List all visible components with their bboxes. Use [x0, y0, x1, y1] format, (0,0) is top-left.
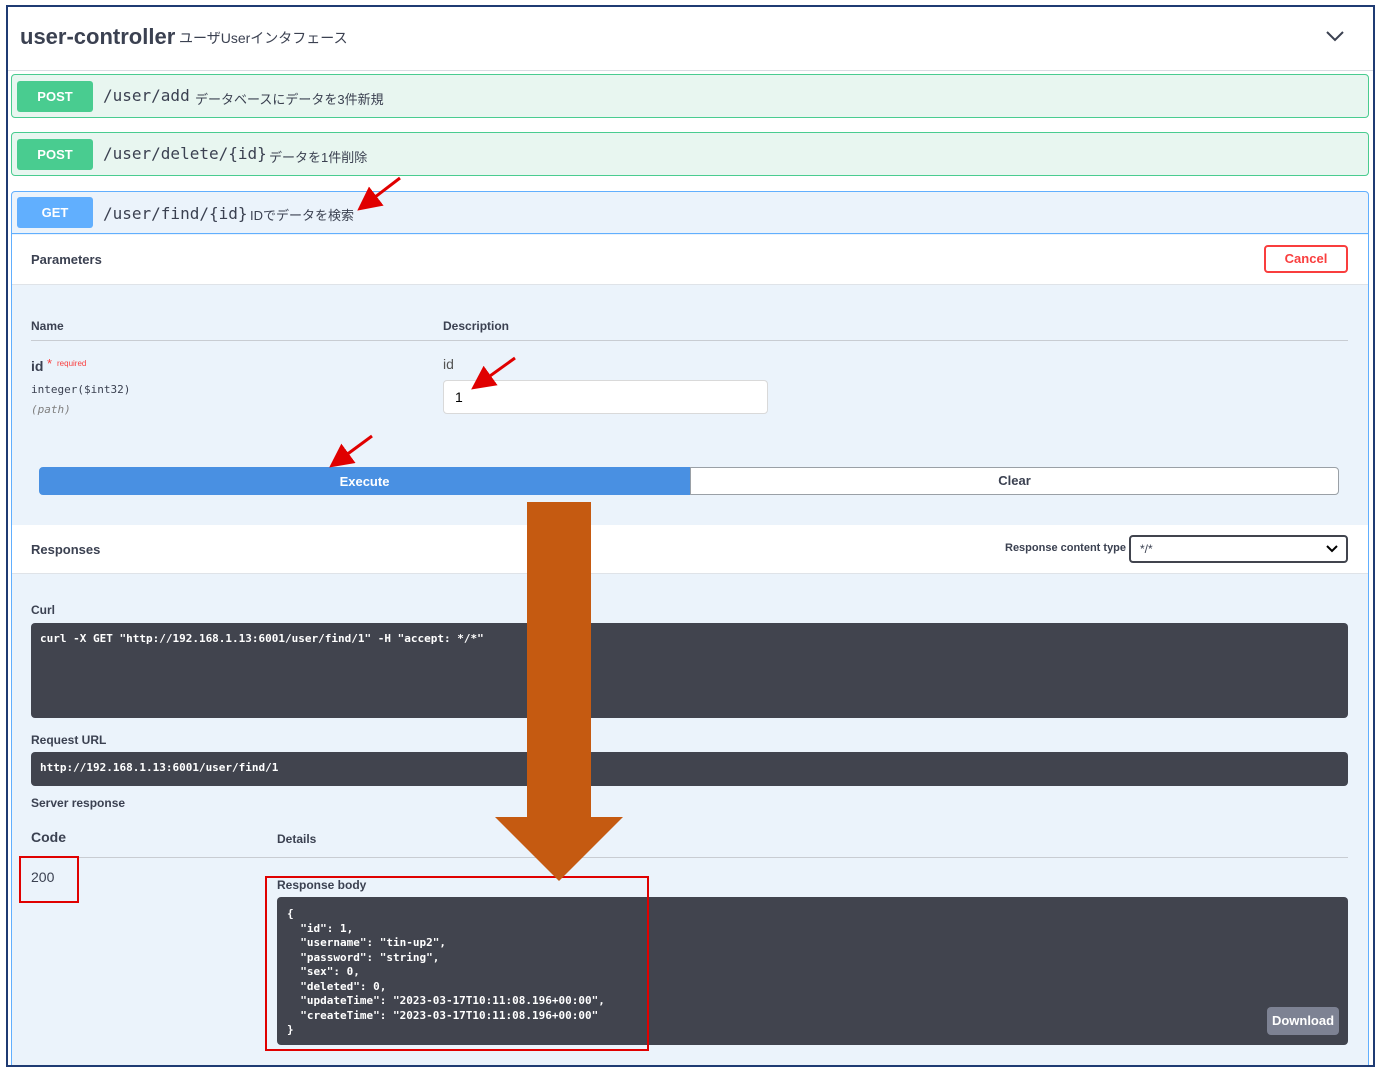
operation-summary: データベースにデータを3件新規: [195, 92, 384, 107]
swagger-frame: user-controller ユーザUserインタフェース POST /use…: [6, 5, 1375, 1067]
request-url[interactable]: http://192.168.1.13:6001/user/find/1: [31, 752, 1348, 786]
server-response-label: Server response: [31, 796, 126, 810]
operation-summary: IDでデータを検索: [250, 208, 355, 223]
param-col-description: Description: [443, 319, 510, 333]
param-location: (path): [31, 403, 71, 416]
cancel-button[interactable]: Cancel: [1264, 245, 1348, 273]
curl-command[interactable]: curl -X GET "http://192.168.1.13:6001/us…: [31, 623, 1348, 718]
method-badge-post: POST: [17, 81, 93, 112]
id-input[interactable]: 1: [443, 380, 768, 414]
tag-header[interactable]: user-controller ユーザUserインタフェース: [8, 7, 1373, 71]
operation-summary: データを1件削除: [269, 150, 368, 165]
annotation-box-response-body: [265, 876, 649, 1051]
operation-path: /user/add: [103, 86, 190, 105]
annotation-box-status: [19, 856, 79, 903]
opblock-post-user-add[interactable]: POST /user/add データベースにデータを3件新規: [11, 74, 1369, 118]
clear-button[interactable]: Clear: [690, 467, 1339, 495]
responses-header: Responses Response content type */*: [12, 525, 1368, 574]
chevron-down-icon: [1326, 545, 1338, 553]
param-name: id: [31, 358, 44, 374]
parameters-header: Parameters Cancel: [12, 235, 1368, 285]
curl-label: Curl: [31, 603, 55, 617]
response-content-type-select[interactable]: */*: [1129, 535, 1348, 563]
opblock-get-user-find: GET /user/find/{id} IDでデータを検索 Parameters…: [11, 191, 1369, 1065]
param-type: integer($int32): [31, 383, 131, 396]
opblock-post-user-delete[interactable]: POST /user/delete/{id} データを1件削除: [11, 132, 1369, 176]
param-description: id: [443, 356, 454, 372]
divider: [31, 857, 1348, 858]
param-col-name: Name: [31, 319, 64, 333]
response-details-header: Details: [277, 832, 317, 846]
download-button[interactable]: Download: [1267, 1007, 1339, 1035]
parameters-title: Parameters: [31, 252, 102, 267]
param-required-label: required: [57, 359, 87, 368]
operation-path: /user/find/{id}: [103, 204, 248, 223]
response-content-type-value: */*: [1140, 542, 1153, 556]
chevron-down-icon[interactable]: [1324, 25, 1346, 47]
response-content-type-label: Response content type: [1005, 542, 1127, 554]
request-url-label: Request URL: [31, 733, 107, 747]
method-badge-get: GET: [17, 197, 93, 228]
tag-description: ユーザUserインタフェース: [179, 30, 348, 46]
method-badge-post: POST: [17, 139, 93, 170]
operation-path: /user/delete/{id}: [103, 144, 267, 163]
execute-button[interactable]: Execute: [39, 467, 690, 495]
responses-title: Responses: [31, 542, 101, 557]
response-code-header: Code: [31, 829, 66, 845]
tag-title: user-controller: [20, 24, 176, 49]
opblock-summary-get[interactable]: GET /user/find/{id} IDでデータを検索: [12, 192, 1368, 234]
param-required-mark: *: [47, 356, 53, 371]
divider: [31, 340, 1348, 341]
